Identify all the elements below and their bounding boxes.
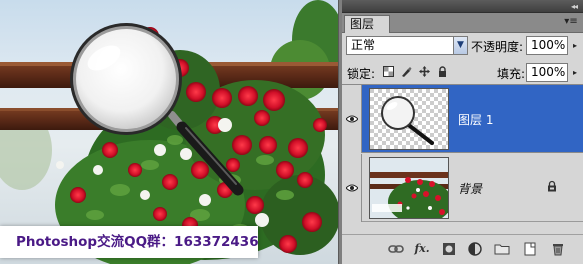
trash-icon[interactable]	[550, 242, 566, 256]
lock-all-icon[interactable]	[437, 66, 448, 77]
blend-mode-value: 正常	[351, 38, 376, 52]
layer-row-layer-1[interactable]: 图层 1	[342, 85, 583, 153]
opacity-input[interactable]: 100%	[526, 36, 568, 55]
lock-image-pixels-icon[interactable]	[401, 66, 412, 77]
adjustment-layer-icon[interactable]	[467, 242, 483, 256]
layers-list: 图层 1 背景	[342, 84, 583, 234]
lock-transparent-pixels-icon[interactable]	[383, 66, 394, 77]
opacity-label: 不透明度:	[471, 40, 524, 54]
layer-name[interactable]: 图层 1	[458, 111, 493, 128]
new-group-icon[interactable]	[494, 242, 510, 256]
chevron-down-icon[interactable]: ▼	[453, 37, 467, 54]
add-mask-icon[interactable]	[441, 242, 457, 256]
new-layer-icon[interactable]	[522, 242, 538, 256]
layers-panel: ◂◂ 图层 ▾≡ 正常 ▼ 不透明度: 100% ▸ 锁定: 填充: 100%	[342, 0, 583, 264]
panel-menu-icon[interactable]: ▾≡	[564, 16, 578, 29]
link-layers-icon[interactable]	[388, 242, 404, 256]
layer-thumbnail	[369, 157, 449, 219]
collapse-icon[interactable]: ◂◂	[571, 2, 578, 11]
visibility-toggle[interactable]	[342, 85, 362, 153]
canvas-image	[0, 0, 338, 264]
fill-label: 填充:	[497, 67, 526, 81]
fill-input[interactable]: 100%	[526, 63, 568, 82]
panel-header-strip[interactable]: ◂◂	[342, 0, 583, 13]
layer-row-background[interactable]: 背景	[342, 154, 583, 222]
eye-icon	[346, 184, 358, 192]
opacity-slider-arrow-icon[interactable]: ▸	[570, 36, 580, 55]
blend-mode-select[interactable]: 正常 ▼	[346, 36, 468, 55]
document-canvas[interactable]: Photoshop交流QQ群：163372436	[0, 0, 338, 264]
layers-bottom-toolbar: fx.	[342, 234, 583, 264]
visibility-toggle[interactable]	[342, 154, 362, 222]
tab-layers[interactable]: 图层	[344, 15, 390, 33]
panel-tab-bar: 图层 ▾≡	[342, 13, 583, 33]
lock-position-icon[interactable]	[419, 66, 430, 77]
lock-row: 锁定: 填充: 100% ▸	[342, 61, 583, 83]
lock-icon	[548, 180, 556, 192]
fill-slider-arrow-icon[interactable]: ▸	[570, 63, 580, 82]
eye-icon	[346, 115, 358, 123]
layer-thumbnail	[369, 88, 449, 150]
lock-label: 锁定:	[347, 67, 376, 81]
layer-name[interactable]: 背景	[458, 180, 482, 197]
watermark-banner: Photoshop交流QQ群：163372436	[0, 226, 259, 258]
fx-icon[interactable]: fx.	[414, 242, 430, 256]
blend-row: 正常 ▼ 不透明度: 100% ▸	[342, 35, 583, 57]
